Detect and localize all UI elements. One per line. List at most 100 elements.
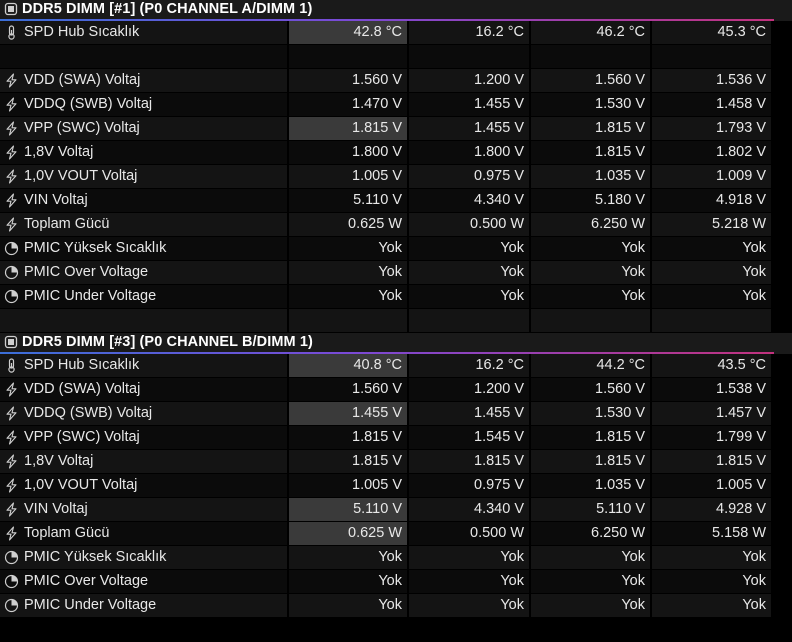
- sensor-row-toplam-gücü[interactable]: Toplam Gücü 0.625 W 0.500 W 6.250 W 5.218 W: [0, 213, 792, 237]
- max-value: 6.250 W: [591, 525, 645, 541]
- average-value: 43.5 °C: [717, 357, 766, 373]
- average-value: 1.799 V: [716, 429, 766, 445]
- max-value-cell: 1.815 V: [531, 117, 650, 140]
- sensor-label: Toplam Gücü: [24, 525, 110, 541]
- average-value: Yok: [742, 264, 766, 280]
- sensor-row-spd-hub-sıcaklık[interactable]: SPD Hub Sıcaklık 42.8 °C 16.2 °C 46.2 °C 45.…: [0, 21, 792, 45]
- sensor-row-1-8v-voltaj[interactable]: 1,8V Voltaj 1.800 V 1.800 V 1.815 V 1.802 V: [0, 141, 792, 165]
- sensor-row-vddq-swb-voltaj[interactable]: VDDQ (SWB) Voltaj 1.455 V 1.455 V 1.530 V 1.…: [0, 402, 792, 426]
- average-value: Yok: [742, 549, 766, 565]
- sensor-row-pmic-under-voltage[interactable]: PMIC Under Voltage Yok Yok Yok Yok: [0, 594, 792, 618]
- average-value-cell: 4.918 V: [652, 189, 771, 212]
- current-value-cell: 0.625 W: [289, 213, 407, 236]
- sensor-label: 1,0V VOUT Voltaj: [24, 477, 138, 493]
- current-value: Yok: [378, 549, 402, 565]
- min-value-cell: Yok: [409, 261, 529, 284]
- min-value-cell: 0.975 V: [409, 474, 529, 497]
- sensor-row-vpp-swc-voltaj[interactable]: VPP (SWC) Voltaj 1.815 V 1.455 V 1.815 V 1.7…: [0, 117, 792, 141]
- sensor-row-vdd-swa-voltaj[interactable]: VDD (SWA) Voltaj 1.560 V 1.200 V 1.560 V 1.5…: [0, 69, 792, 93]
- current-value-cell: Yok: [289, 594, 407, 617]
- sensor-row-pmic-under-voltage[interactable]: PMIC Under Voltage Yok Yok Yok Yok: [0, 285, 792, 309]
- max-value: 1.530 V: [595, 96, 645, 112]
- clock-icon: [4, 550, 19, 565]
- average-value-cell: 1.815 V: [652, 450, 771, 473]
- current-value: 0.625 W: [348, 525, 402, 541]
- max-value: 5.110 V: [596, 501, 645, 517]
- voltage-icon: [4, 454, 19, 469]
- voltage-icon: [4, 73, 19, 88]
- average-value-cell: 1.458 V: [652, 93, 771, 116]
- min-value-cell: 4.340 V: [409, 498, 529, 521]
- sensor-row-pmic-over-voltage[interactable]: PMIC Over Voltage Yok Yok Yok Yok: [0, 570, 792, 594]
- average-value-cell: Yok: [652, 546, 771, 569]
- section-body-dimm3: SPD Hub Sıcaklık 40.8 °C 16.2 °C 44.2 °C 43.…: [0, 354, 792, 618]
- current-value-cell: 1.815 V: [289, 450, 407, 473]
- current-value: 42.8 °C: [353, 24, 402, 40]
- max-value-cell: 6.250 W: [531, 213, 650, 236]
- clock-icon: [4, 241, 19, 256]
- sensor-row-vddq-swb-voltaj[interactable]: VDDQ (SWB) Voltaj 1.470 V 1.455 V 1.530 V 1.…: [0, 93, 792, 117]
- sensor-row-1-0v-vout-voltaj[interactable]: 1,0V VOUT Voltaj 1.005 V 0.975 V 1.035 V 1.0…: [0, 165, 792, 189]
- voltage-icon: [4, 169, 19, 184]
- sensor-row-vdd-swa-voltaj[interactable]: VDD (SWA) Voltaj 1.560 V 1.200 V 1.560 V 1.5…: [0, 378, 792, 402]
- average-value-cell: 1.793 V: [652, 117, 771, 140]
- min-value: 1.800 V: [474, 144, 524, 160]
- sensor-label-cell: PMIC Over Voltage: [0, 570, 287, 593]
- sensor-label-cell: PMIC Over Voltage: [0, 261, 287, 284]
- average-value-cell: 1.005 V: [652, 474, 771, 497]
- sensor-label: VIN Voltaj: [24, 501, 88, 517]
- current-value: 1.455 V: [352, 405, 402, 421]
- sensor-row-vin-voltaj[interactable]: VIN Voltaj 5.110 V 4.340 V 5.180 V 4.918 V: [0, 189, 792, 213]
- average-value: 4.928 V: [716, 501, 766, 517]
- current-value: Yok: [378, 264, 402, 280]
- sensor-row-toplam-gücü[interactable]: Toplam Gücü 0.625 W 0.500 W 6.250 W 5.158 W: [0, 522, 792, 546]
- sensor-label-cell: PMIC Yüksek Sıcaklık: [0, 546, 287, 569]
- current-value-cell: 1.005 V: [289, 474, 407, 497]
- sensor-row-pmic-yüksek-sıcaklık[interactable]: PMIC Yüksek Sıcaklık Yok Yok Yok Yok: [0, 546, 792, 570]
- current-value: 1.560 V: [352, 381, 402, 397]
- sensor-row-vpp-swc-voltaj[interactable]: VPP (SWC) Voltaj 1.815 V 1.545 V 1.815 V 1.7…: [0, 426, 792, 450]
- sensor-label: PMIC Over Voltage: [24, 264, 149, 280]
- sensor-label: VDD (SWA) Voltaj: [24, 381, 141, 397]
- average-value-cell: 43.5 °C: [652, 354, 771, 377]
- section-header-dimm3[interactable]: DDR5 DIMM [#3] (P0 CHANNEL B/DIMM 1): [0, 333, 792, 354]
- max-value: 1.035 V: [595, 477, 645, 493]
- empty-cell: [289, 45, 407, 68]
- section-header-dimm1[interactable]: DDR5 DIMM [#1] (P0 CHANNEL A/DIMM 1): [0, 0, 792, 21]
- average-value-cell: Yok: [652, 237, 771, 260]
- min-value-cell: 1.455 V: [409, 117, 529, 140]
- min-value: 1.455 V: [474, 96, 524, 112]
- max-value-cell: 5.180 V: [531, 189, 650, 212]
- min-value: 1.815 V: [474, 453, 524, 469]
- min-value: 0.500 W: [470, 525, 524, 541]
- current-value-cell: 5.110 V: [289, 498, 407, 521]
- max-value: Yok: [621, 240, 645, 256]
- sensor-label: PMIC Under Voltage: [24, 288, 157, 304]
- current-value: 1.470 V: [352, 96, 402, 112]
- max-value: 1.815 V: [595, 453, 645, 469]
- sensor-label: Toplam Gücü: [24, 216, 110, 232]
- voltage-icon: [4, 478, 19, 493]
- sensor-row-pmic-over-voltage[interactable]: PMIC Over Voltage Yok Yok Yok Yok: [0, 261, 792, 285]
- min-value-cell: 0.500 W: [409, 522, 529, 545]
- average-value-cell: 5.218 W: [652, 213, 771, 236]
- max-value-cell: Yok: [531, 594, 650, 617]
- sensor-row-spd-hub-sıcaklık[interactable]: SPD Hub Sıcaklık 40.8 °C 16.2 °C 44.2 °C 43.…: [0, 354, 792, 378]
- min-value: 1.200 V: [474, 381, 524, 397]
- sensor-row-1-0v-vout-voltaj[interactable]: 1,0V VOUT Voltaj 1.005 V 0.975 V 1.035 V 1.0…: [0, 474, 792, 498]
- sensor-label-cell: VDDQ (SWB) Voltaj: [0, 93, 287, 116]
- sensor-row-vin-voltaj[interactable]: VIN Voltaj 5.110 V 4.340 V 5.110 V 4.928 V: [0, 498, 792, 522]
- power-icon: [4, 217, 19, 232]
- max-value: Yok: [621, 573, 645, 589]
- section-title: DDR5 DIMM [#1] (P0 CHANNEL A/DIMM 1): [22, 1, 313, 17]
- average-value: Yok: [742, 597, 766, 613]
- current-value-cell: 5.110 V: [289, 189, 407, 212]
- sensor-row-pmic-yüksek-sıcaklık[interactable]: PMIC Yüksek Sıcaklık Yok Yok Yok Yok: [0, 237, 792, 261]
- average-value-cell: 1.799 V: [652, 426, 771, 449]
- min-value-cell: Yok: [409, 237, 529, 260]
- voltage-icon: [4, 406, 19, 421]
- sensor-label: VDDQ (SWB) Voltaj: [24, 405, 153, 421]
- memory-chip-icon: [4, 335, 18, 349]
- sensor-row-1-8v-voltaj[interactable]: 1,8V Voltaj 1.815 V 1.815 V 1.815 V 1.815 V: [0, 450, 792, 474]
- sensor-label-cell: 1,0V VOUT Voltaj: [0, 474, 287, 497]
